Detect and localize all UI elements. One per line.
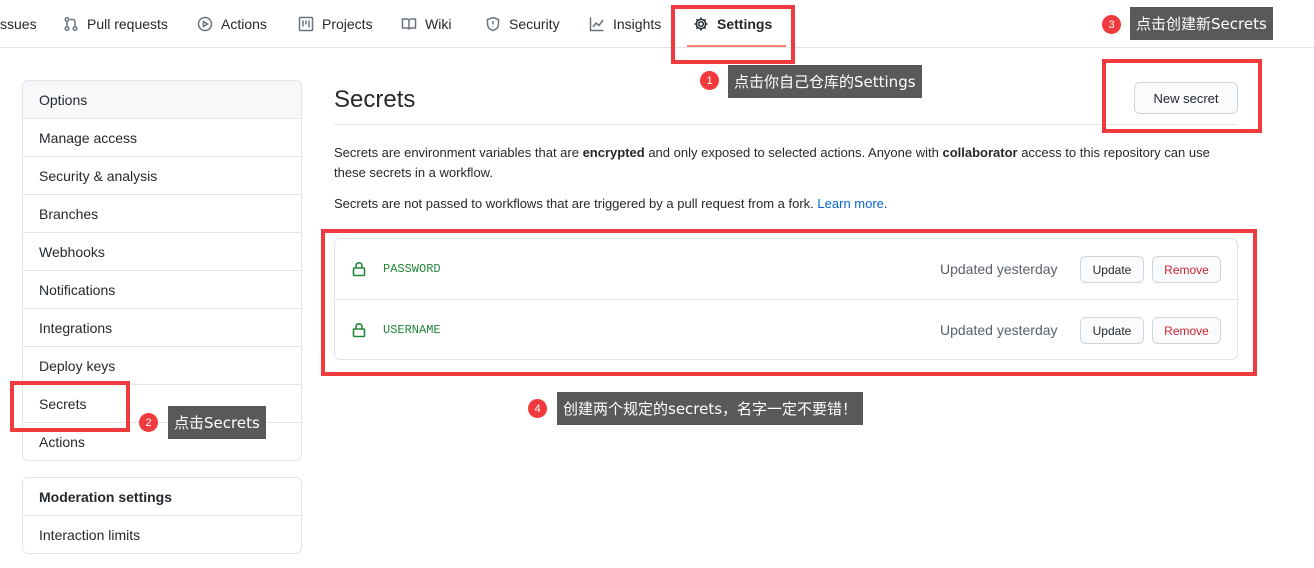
sidebar-item-manage-access[interactable]: Manage access [23,119,301,157]
gear-icon [694,17,708,30]
fork-note-end: . [883,196,888,211]
secret-name: USERNAME [383,323,441,337]
remove-button[interactable]: Remove [1152,317,1221,344]
secrets-list: PASSWORD Updated yesterday Update Remove… [334,238,1238,360]
secret-updated: Updated yesterday [940,322,1058,338]
sidebar-item-label: Webhooks [39,243,105,260]
annotation-callout-3: 点击创建新Secrets [1130,7,1273,40]
sidebar-item-label: Secrets [39,395,87,412]
tab-projects-label: Projects [322,15,373,32]
annotation-badge-3: 3 [1102,15,1121,34]
sidebar-item-label: Manage access [39,129,138,146]
title-divider [334,124,1238,125]
graph-icon [589,17,604,31]
annotation-callout-2: 点击Secrets [168,406,266,439]
tab-issues[interactable]: ssues [0,0,37,47]
moderation-heading-label: Moderation settings [39,488,173,505]
tab-wiki[interactable]: Wiki [401,0,451,47]
sidebar-item-label: Integrations [39,319,113,336]
tab-wiki-label: Wiki [425,15,452,32]
selected-tab-underline [687,45,787,47]
lock-icon [352,322,366,338]
sidebar-item-integrations[interactable]: Integrations [23,309,301,347]
sidebar-item-label: Options [39,91,88,108]
desc-text: and only exposed to selected actions. An… [644,145,943,160]
annotation-callout-1: 点击你自己仓库的Settings [728,65,922,98]
fork-note-text: Secrets are not passed to workflows that… [334,196,814,211]
annotation-badge-1: 1 [700,71,719,90]
update-button[interactable]: Update [1080,256,1144,283]
desc-bold-collaborator: collaborator [942,145,1018,160]
annotation-badge-4: 4 [528,399,547,418]
sidebar-item-label: Branches [39,205,99,222]
moderation-sidebar: Moderation settings Interaction limits [22,477,302,554]
sidebar-item-label: Notifications [39,281,116,298]
tab-actions-label: Actions [221,15,267,32]
sidebar-item-interaction-limits[interactable]: Interaction limits [23,516,301,553]
sidebar-item-branches[interactable]: Branches [23,195,301,233]
secrets-description: Secrets are environment variables that a… [334,143,1244,183]
sidebar-item-label: Security & analysis [39,167,158,184]
secret-updated: Updated yesterday [940,261,1058,277]
secret-row: USERNAME Updated yesterday Update Remove [335,299,1237,359]
settings-sidebar: Options Manage access Security & analysi… [22,80,302,461]
tab-settings[interactable]: Settings [687,0,787,47]
tab-security[interactable]: Security [485,0,560,47]
desc-text: Secrets are environment variables that a… [334,145,583,160]
tab-insights[interactable]: Insights [589,0,661,47]
sidebar-item-label: Interaction limits [39,527,141,543]
tab-actions[interactable]: Actions [197,0,267,47]
moderation-settings-heading: Moderation settings [23,478,301,516]
sidebar-item-security-analysis[interactable]: Security & analysis [23,157,301,195]
fork-note: Secrets are not passed to workflows that… [334,194,1244,214]
remove-button[interactable]: Remove [1152,256,1221,283]
lock-icon [352,261,366,277]
sidebar-item-label: Deploy keys [39,357,116,374]
sidebar-item-label: Actions [39,434,85,450]
annotation-badge-2: 2 [139,413,158,432]
tab-settings-label: Settings [717,15,773,32]
desc-bold-encrypted: encrypted [582,145,645,160]
tab-pull-requests[interactable]: Pull requests [63,0,168,47]
sidebar-item-options[interactable]: Options [23,81,301,119]
book-icon [401,17,417,30]
tab-projects[interactable]: Projects [298,0,373,47]
sidebar-item-notifications[interactable]: Notifications [23,271,301,309]
tab-pull-requests-label: Pull requests [87,15,168,32]
git-pull-request-icon [64,16,78,31]
tab-issues-label: ssues [0,15,37,32]
page-title: Secrets [334,86,416,113]
secret-row: PASSWORD Updated yesterday Update Remove [335,239,1237,299]
annotation-callout-4: 创建两个规定的secrets，名字一定不要错！ [557,392,864,425]
update-button[interactable]: Update [1080,317,1144,344]
shield-icon [486,16,500,31]
secret-name: PASSWORD [383,262,441,276]
sidebar-item-webhooks[interactable]: Webhooks [23,233,301,271]
tab-security-label: Security [509,15,560,32]
new-secret-button[interactable]: New secret [1134,82,1238,114]
learn-more-link[interactable]: Learn more [817,196,883,211]
tab-insights-label: Insights [613,15,662,32]
play-icon [197,16,213,31]
project-icon [298,16,314,31]
sidebar-item-deploy-keys[interactable]: Deploy keys [23,347,301,385]
